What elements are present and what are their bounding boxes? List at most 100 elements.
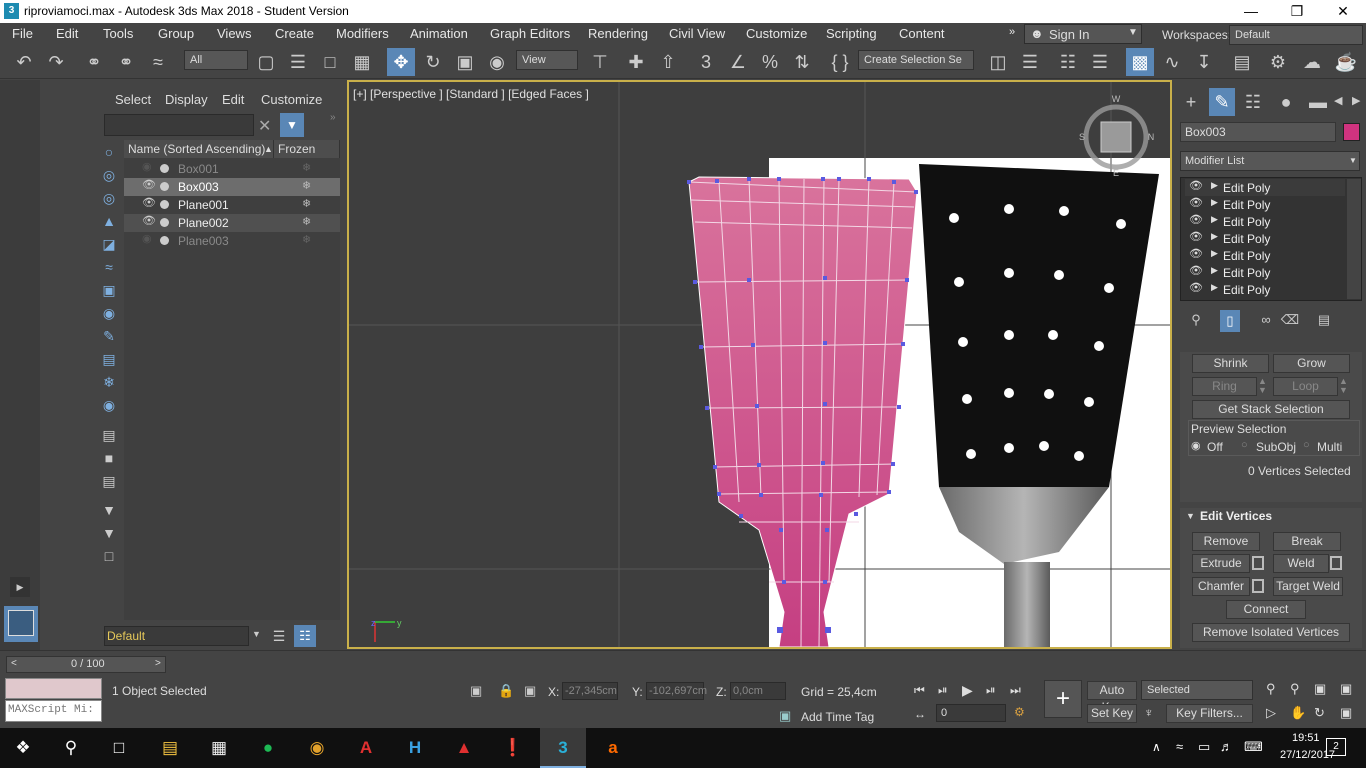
minimize-icon[interactable]: — bbox=[1228, 0, 1274, 23]
trash-icon[interactable]: ⌫ bbox=[1280, 312, 1300, 332]
layer-select[interactable]: Default bbox=[104, 626, 249, 646]
zoom-icon[interactable]: ⚲ bbox=[1266, 681, 1276, 697]
restore-icon[interactable]: ❐ bbox=[1274, 0, 1320, 23]
search-icon[interactable]: ⚲ bbox=[56, 736, 86, 760]
eye-icon[interactable]: 👁 bbox=[1189, 196, 1203, 209]
play-icon[interactable]: ▶ bbox=[962, 682, 973, 699]
spotify-icon[interactable]: ● bbox=[253, 736, 283, 760]
list-item[interactable]: 👁 ▶ Edit Poly bbox=[1185, 264, 1345, 281]
menu-tools[interactable]: Tools bbox=[103, 26, 133, 41]
field-of-view-icon[interactable]: ▷ bbox=[1266, 705, 1276, 721]
viewport-layout-tab[interactable] bbox=[4, 606, 38, 642]
menu-animation[interactable]: Animation bbox=[410, 26, 468, 41]
viewport-label[interactable]: [+] [Perspective ] [Standard ] [Edged Fa… bbox=[353, 87, 589, 101]
sketchup-icon[interactable]: ❗ bbox=[498, 736, 528, 760]
key-filters-button[interactable]: Key Filters... bbox=[1166, 704, 1253, 723]
camera-icon[interactable]: ◪ bbox=[98, 234, 120, 254]
table-row[interactable]: ◉ Box001 ❄ bbox=[124, 160, 340, 178]
selection-filter-select[interactable]: All bbox=[184, 50, 248, 70]
eye-icon[interactable]: 👁 bbox=[1189, 213, 1203, 226]
extrude-settings-icon[interactable] bbox=[1252, 556, 1264, 570]
zoom-extents-all-icon[interactable]: ▣ bbox=[1340, 681, 1352, 697]
list-item[interactable]: 👁 ▶ Edit Poly bbox=[1185, 281, 1345, 298]
mirror-icon[interactable]: ◫ bbox=[984, 48, 1012, 76]
windows-start-icon[interactable]: ❖ bbox=[8, 736, 38, 760]
eye-icon[interactable]: 👁 bbox=[1189, 281, 1203, 294]
display-none-icon[interactable]: ○ bbox=[98, 142, 120, 162]
list-invert-icon[interactable]: ▤ bbox=[98, 471, 120, 491]
sign-in-button[interactable]: ☻ Sign In ▼ bbox=[1024, 24, 1142, 44]
spinner-snap-icon[interactable]: ⇅ bbox=[788, 48, 816, 76]
list-item[interactable]: 👁 ▶ Edit Poly bbox=[1185, 247, 1345, 264]
list-item[interactable]: 👁 ▶ Edit Poly bbox=[1185, 179, 1345, 196]
auto-key-button[interactable]: Auto Key bbox=[1087, 681, 1137, 714]
clock-time[interactable]: 19:51 bbox=[1292, 732, 1320, 744]
material-editor-icon[interactable]: ▤ bbox=[1228, 48, 1256, 76]
go-to-end-icon[interactable]: ⏭ bbox=[1010, 683, 1021, 698]
angle-snap-icon[interactable]: ∠ bbox=[724, 48, 752, 76]
tab-edit[interactable]: Edit bbox=[222, 92, 244, 107]
list-item[interactable]: 👁 ▶ Edit Poly bbox=[1185, 196, 1345, 213]
expand-icon[interactable]: ▶ bbox=[1211, 180, 1218, 191]
expand-icon[interactable]: ▶ bbox=[1211, 231, 1218, 242]
remove-isolated-vertices-button[interactable]: Remove Isolated Vertices bbox=[1192, 623, 1350, 642]
maxscript-input[interactable]: MAXScript Mi: bbox=[5, 700, 102, 722]
tab-select[interactable]: Select bbox=[115, 92, 151, 107]
display-tab-icon[interactable]: ▬ bbox=[1305, 88, 1331, 116]
named-selection-select[interactable]: Create Selection Se bbox=[858, 50, 974, 70]
break-button[interactable]: Break bbox=[1273, 532, 1341, 551]
prev-tab-icon[interactable]: ◀ bbox=[1334, 94, 1342, 107]
file-explorer-icon[interactable]: ▤ bbox=[155, 736, 185, 760]
table-row[interactable]: 👁 Plane002 ❄ bbox=[124, 214, 340, 232]
target-weld-button[interactable]: Target Weld bbox=[1273, 577, 1343, 596]
expand-icon[interactable]: ▶ bbox=[1211, 214, 1218, 225]
table-row[interactable]: 👁 Box003 ❄ bbox=[124, 178, 340, 196]
store-icon[interactable]: ▦ bbox=[204, 736, 234, 760]
key-mode-icon[interactable]: ↔ bbox=[914, 707, 926, 721]
layer-explorer-icon[interactable]: ☰ bbox=[1086, 48, 1114, 76]
eye-icon[interactable]: 👁 bbox=[1189, 179, 1203, 192]
filter-icon[interactable]: ▼ bbox=[280, 113, 304, 137]
remove-button[interactable]: Remove bbox=[1192, 532, 1260, 551]
name-column-header[interactable]: Name (Sorted Ascending) ▲ bbox=[124, 140, 274, 158]
frozen-icon[interactable]: ❄ bbox=[98, 372, 120, 392]
scene-explorer-toggle-icon[interactable]: ☷ bbox=[1054, 48, 1082, 76]
bone-icon[interactable]: ✎ bbox=[98, 326, 120, 346]
reference-coord-select[interactable]: View bbox=[516, 50, 578, 70]
get-stack-selection-button[interactable]: Get Stack Selection bbox=[1192, 400, 1350, 419]
make-unique-icon[interactable]: ∞ bbox=[1256, 312, 1276, 332]
language-icon[interactable]: ⌨ bbox=[1244, 739, 1263, 755]
menu-graph-editors[interactable]: Graph Editors bbox=[490, 26, 570, 41]
zoom-all-icon[interactable]: ⚲ bbox=[1290, 681, 1300, 697]
space-warp-icon[interactable]: ≈ bbox=[98, 257, 120, 277]
eye-icon[interactable]: 👁 bbox=[142, 178, 156, 191]
configure-sets-icon[interactable]: ▤ bbox=[1314, 312, 1334, 332]
set-key-button[interactable]: Set Key bbox=[1087, 704, 1137, 723]
geometry-icon[interactable]: ◎ bbox=[98, 165, 120, 185]
manipulate-icon[interactable]: ✚ bbox=[622, 48, 650, 76]
x-coordinate-field[interactable]: -27,345cm bbox=[562, 682, 618, 700]
menu-rendering[interactable]: Rendering bbox=[588, 26, 648, 41]
task-view-icon[interactable]: □ bbox=[104, 736, 134, 760]
motion-tab-icon[interactable]: ● bbox=[1273, 88, 1299, 116]
menu-content[interactable]: Content bbox=[899, 26, 945, 41]
menu-modifiers[interactable]: Modifiers bbox=[336, 26, 389, 41]
pin-stack-icon[interactable]: ⚲ bbox=[1186, 312, 1206, 332]
tab-display[interactable]: Display bbox=[165, 92, 208, 107]
chrome-icon[interactable]: ◉ bbox=[302, 736, 332, 760]
select-scale-icon[interactable]: ▣ bbox=[451, 48, 479, 76]
menu-views[interactable]: Views bbox=[217, 26, 251, 41]
orbit-icon[interactable]: ↻ bbox=[1314, 705, 1325, 721]
avast-icon[interactable]: a bbox=[598, 736, 628, 760]
table-row[interactable]: 👁 Plane001 ❄ bbox=[124, 196, 340, 214]
chevron-down-icon[interactable]: ▼ bbox=[252, 629, 261, 639]
expand-arrow-icon[interactable]: ▶ bbox=[10, 577, 30, 597]
menu-group[interactable]: Group bbox=[158, 26, 194, 41]
hidden-icon[interactable]: ◉ bbox=[98, 395, 120, 415]
eye-icon[interactable]: 👁 bbox=[1189, 230, 1203, 243]
expand-icon[interactable]: ▶ bbox=[1211, 248, 1218, 259]
snowflake-icon[interactable]: ❄ bbox=[302, 179, 311, 192]
eye-icon[interactable]: 👁 bbox=[142, 196, 156, 209]
workspace-select[interactable]: Default bbox=[1229, 25, 1363, 45]
z-coordinate-field[interactable]: 0,0cm bbox=[730, 682, 786, 700]
